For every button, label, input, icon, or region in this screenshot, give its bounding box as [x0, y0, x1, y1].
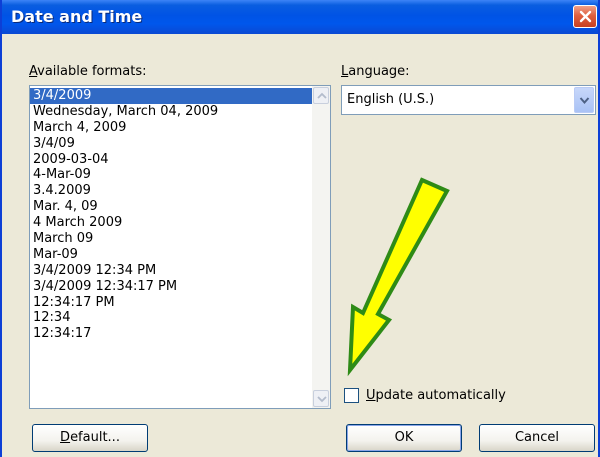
chevron-up-icon [317, 92, 327, 99]
close-button[interactable] [573, 5, 597, 28]
format-list-item[interactable]: 4-Mar-09 [30, 167, 312, 183]
arrow-icon [347, 177, 450, 377]
format-list-item[interactable]: 3/4/09 [30, 136, 312, 152]
cancel-button[interactable]: Cancel [479, 424, 595, 452]
language-dropdown[interactable]: English (U.S.) [341, 85, 596, 115]
scroll-up-button[interactable] [313, 87, 329, 104]
default-button[interactable]: Default... [32, 424, 148, 452]
title-bar[interactable]: Date and Time [2, 0, 598, 34]
scroll-down-button[interactable] [313, 390, 329, 407]
format-list-item[interactable]: Wednesday, March 04, 2009 [30, 104, 312, 120]
format-list-item[interactable]: March 4, 2009 [30, 120, 312, 136]
chevron-down-icon [317, 396, 327, 403]
vertical-scrollbar[interactable] [312, 86, 330, 408]
format-list-item[interactable]: 12:34:17 PM [30, 295, 312, 311]
date-and-time-dialog: Date and Time Available formats: 3/4/200… [0, 0, 600, 457]
available-formats-listbox[interactable]: 3/4/2009 Wednesday, March 04, 2009 March 4… [29, 85, 331, 409]
format-list-item[interactable]: 2009-03-04 [30, 152, 312, 168]
close-icon [579, 10, 592, 23]
format-list-item[interactable]: March 09 [30, 231, 312, 247]
language-value: English (U.S.) [347, 92, 435, 107]
format-list-item[interactable]: Mar. 4, 09 [30, 199, 312, 215]
format-list-item[interactable]: 3.4.2009 [30, 183, 312, 199]
update-automatically-checkbox[interactable] [344, 388, 359, 403]
format-list: 3/4/2009 Wednesday, March 04, 2009 March 4… [30, 86, 312, 342]
format-list-item[interactable]: 3/4/2009 12:34:17 PM [30, 279, 312, 295]
available-formats-label: Available formats: [29, 64, 147, 79]
dialog-title: Date and Time [11, 7, 143, 26]
update-automatically-label[interactable]: Update automatically [366, 388, 506, 403]
chevron-down-icon [579, 97, 590, 105]
format-list-item[interactable]: 12:34:17 [30, 326, 312, 342]
format-list-item[interactable]: 3/4/2009 12:34 PM [30, 263, 312, 279]
format-list-item[interactable]: 12:34 [30, 310, 312, 326]
language-label: Language: [341, 64, 410, 79]
format-list-item[interactable]: 3/4/2009 [30, 88, 312, 104]
format-list-item[interactable]: 4 March 2009 [30, 215, 312, 231]
language-dropdown-button[interactable] [574, 87, 594, 113]
format-list-item[interactable]: Mar-09 [30, 247, 312, 263]
ok-button[interactable]: OK [346, 424, 462, 452]
